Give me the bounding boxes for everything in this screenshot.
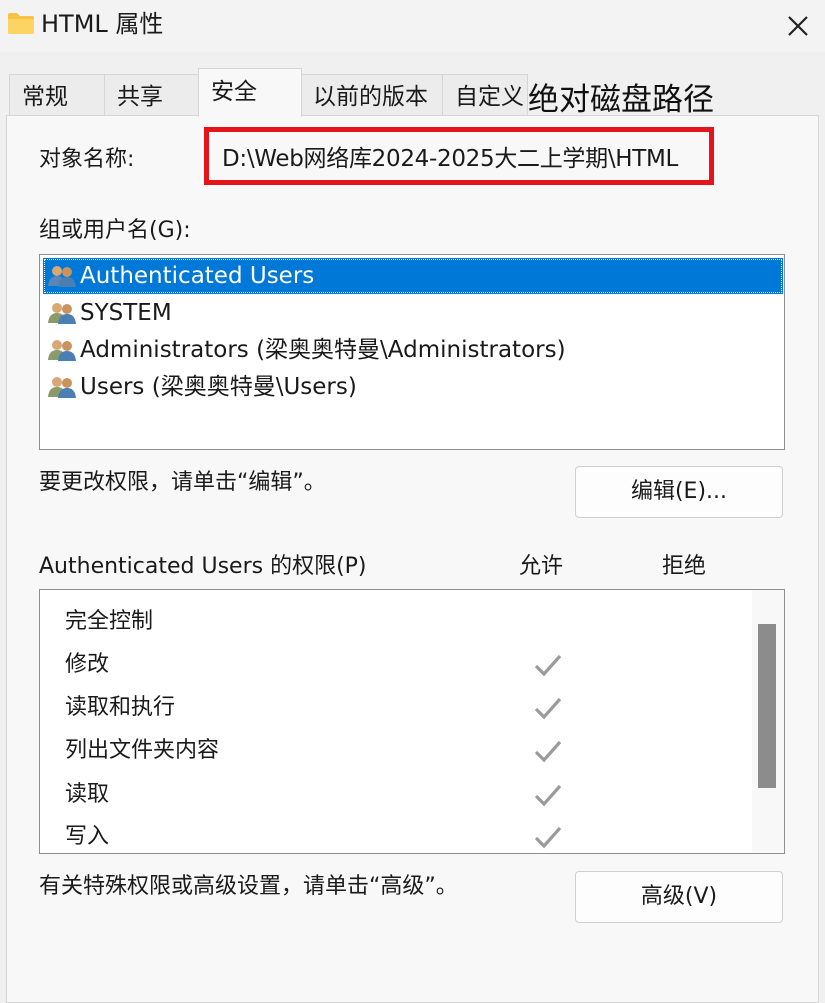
title-bar: HTML 属性 (0, 0, 825, 52)
close-button[interactable] (776, 4, 820, 48)
tab-previous-versions[interactable]: 以前的版本 (300, 74, 444, 116)
deny-column-header: 拒绝 (662, 554, 707, 579)
edit-hint: 要更改权限，请单击“编辑”。 (39, 470, 326, 495)
object-name-label: 对象名称: (39, 147, 135, 172)
tab-security[interactable]: 安全 (198, 68, 302, 117)
users-group-icon (48, 303, 76, 324)
tab-sharing[interactable]: 共享 (104, 74, 200, 116)
advanced-hint: 有关特殊权限或高级设置，请单击“高级”。 (39, 874, 458, 899)
table-row: 列出文件夹内容 (40, 731, 752, 774)
permissions-header: Authenticated Users 的权限(P) (39, 554, 367, 579)
tab-customize[interactable]: 自定义 (442, 74, 528, 116)
allow-column-header: 允许 (519, 554, 564, 579)
object-path[interactable]: D:\Web网络库2024-2025大二上学期\HTML (222, 143, 678, 175)
allow-check-icon (534, 784, 562, 807)
permissions-list: 完全控制 修改 读取和执行 列出文件夹内容 读取 写入 (39, 589, 785, 854)
allow-check-icon (534, 654, 562, 677)
close-icon (788, 16, 808, 36)
scrollbar-thumb[interactable] (758, 624, 776, 788)
list-item[interactable]: Administrators (梁奥奥特曼\Administrators) (43, 332, 783, 368)
tab-general[interactable]: 常规 (9, 74, 106, 116)
allow-check-icon (534, 697, 562, 720)
allow-check-icon (534, 826, 562, 849)
scrollbar[interactable] (752, 590, 784, 853)
list-item[interactable]: SYSTEM (43, 295, 783, 331)
users-group-icon (48, 266, 76, 287)
edit-button[interactable]: 编辑(E)... (575, 466, 783, 518)
table-row: 读取 (40, 775, 752, 818)
advanced-button[interactable]: 高级(V) (575, 871, 783, 923)
folder-icon (8, 13, 34, 34)
table-row: 读取和执行 (40, 688, 752, 731)
users-group-icon (48, 377, 76, 398)
table-row: 写入 (40, 817, 752, 853)
list-item[interactable]: Users (梁奥奥特曼\Users) (43, 369, 783, 405)
groups-label: 组或用户名(G): (39, 218, 191, 243)
allow-check-icon (534, 740, 562, 763)
users-group-icon (48, 340, 76, 361)
list-item[interactable]: Authenticated Users (43, 258, 783, 294)
table-row: 修改 (40, 645, 752, 688)
group-user-list[interactable]: Authenticated Users SYSTEM Administrator… (39, 254, 785, 450)
window-title: HTML 属性 (41, 10, 164, 38)
table-row: 完全控制 (65, 609, 154, 634)
